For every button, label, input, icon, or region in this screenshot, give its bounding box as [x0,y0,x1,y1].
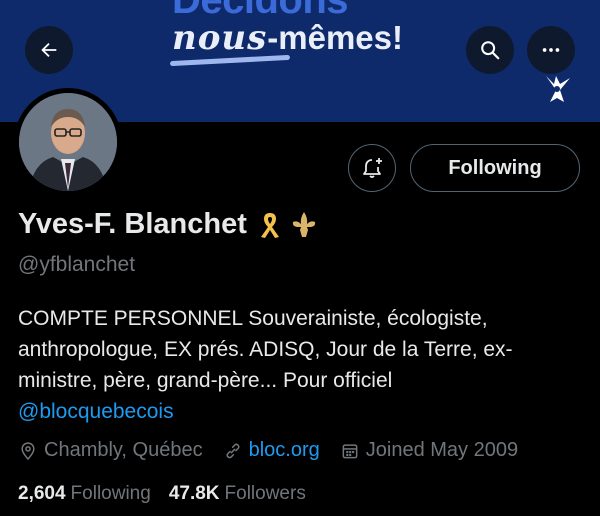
following-button[interactable]: Following [410,144,580,192]
arrow-left-icon [41,42,57,58]
avatar-portrait [19,93,117,191]
following-stat[interactable]: 2,604 Following [18,483,151,505]
location-item: Chambly, Québec [18,439,203,462]
profile-meta: Chambly, Québec bloc.org Joined May 2009 [18,439,538,462]
bio-mention-link[interactable]: @blocquebecois [18,400,174,423]
link-icon [226,443,240,458]
bloc-logo-icon [546,76,570,102]
profile-stats: 2,604 Following 47.8K Followers [18,483,324,505]
notify-button[interactable] [348,144,396,192]
back-button[interactable] [25,26,73,74]
location-text: Chambly, Québec [44,439,203,461]
website-item[interactable]: bloc.org [223,439,320,462]
location-pin-icon [21,441,35,460]
profile-name: Yves-F. Blanchet [18,208,247,240]
followers-stat[interactable]: 47.8K Followers [169,483,306,505]
following-label: Following [70,483,151,504]
banner-text-rest: -mêmes! [267,19,403,56]
search-button[interactable] [466,26,514,74]
profile-name-row: Yves-F. Blanchet [18,208,319,241]
calendar-icon [342,443,358,458]
joined-text: Joined May 2009 [365,439,519,461]
bio-text: COMPTE PERSONNEL Souverainiste, écologis… [18,307,513,392]
more-button[interactable] [527,26,575,74]
followers-label: Followers [224,483,306,504]
website-link[interactable]: bloc.org [249,439,320,462]
avatar [19,93,117,191]
search-icon [481,41,500,60]
fleur-de-lis-icon [292,211,316,237]
yellow-ribbon-icon [260,212,279,238]
more-horizontal-icon [542,48,560,52]
following-count: 2,604 [18,483,66,504]
profile-bio: COMPTE PERSONNEL Souverainiste, écologis… [18,303,578,427]
banner-text-line2: nous -mêmes! [172,18,403,58]
joined-item: Joined May 2009 [340,439,518,462]
bell-plus-icon [363,158,382,178]
profile-handle: @yfblanchet [18,253,136,276]
followers-count: 47.8K [168,483,220,504]
banner-handwritten-text: nous [172,18,268,58]
avatar-frame[interactable] [14,88,122,196]
